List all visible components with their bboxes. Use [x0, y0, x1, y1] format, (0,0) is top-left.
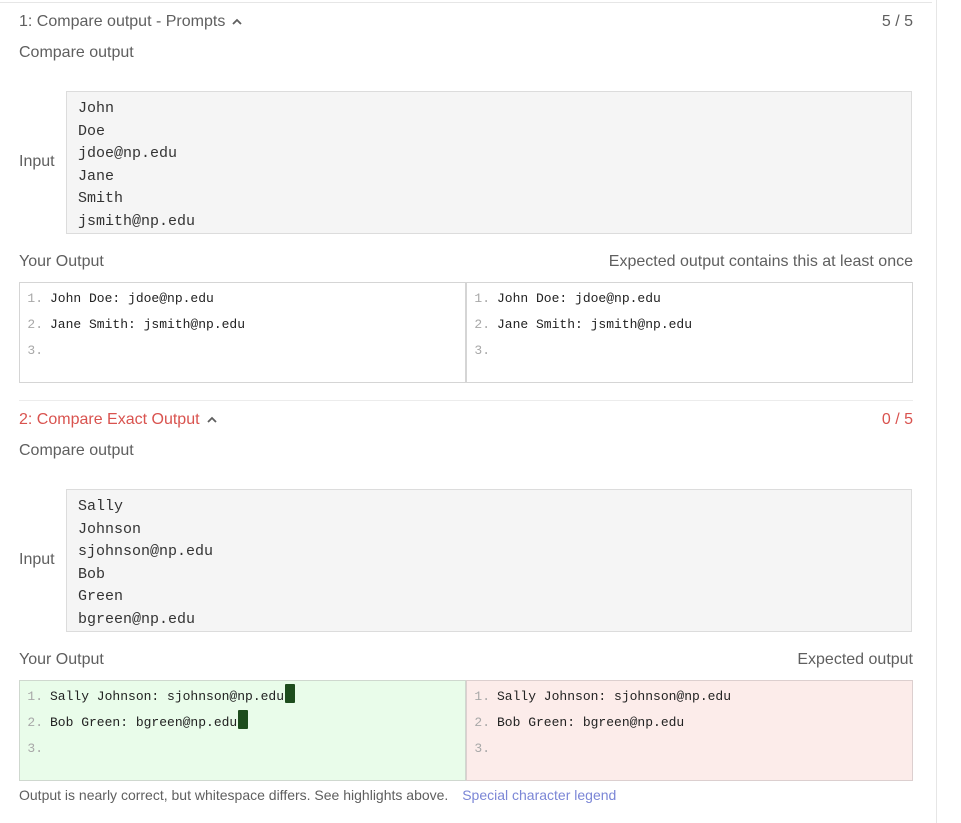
feedback-text: Output is nearly correct, but whitespace… [19, 787, 449, 803]
test-1-input-label: Input [19, 153, 55, 170]
test-1-expected-label: Expected output contains this at least o… [608, 253, 913, 270]
output-row: 2. Bob Green: bgreen@np.edu [20, 710, 465, 736]
test-1-your-output: 1. John Doe: jdoe@np.edu 2. Jane Smith: js… [19, 282, 466, 383]
test-2-your-output-label: Your Output [19, 651, 104, 668]
line-number: 1. [27, 689, 43, 704]
input-line: bgreen@np.edu [78, 610, 196, 628]
output-text: Sally Johnson: sjohnson@np.edu [50, 689, 285, 704]
output-text: Bob Green: bgreen@np.edu [50, 715, 238, 730]
special-character-legend-link[interactable]: Special character legend [462, 787, 616, 803]
test-2-input-label: Input [19, 551, 55, 568]
output-text: Sally Johnson: sjohnson@np.edu [497, 689, 732, 704]
line-number: 2. [27, 317, 43, 332]
output-text: Jane Smith: jsmith@np.edu [497, 317, 693, 332]
test-2-expected-label: Expected output [797, 651, 913, 668]
line-number: 3. [474, 343, 490, 358]
output-row: 2. Bob Green: bgreen@np.edu [467, 710, 912, 736]
output-row: 2. Jane Smith: jsmith@np.edu [20, 312, 465, 338]
output-row: 2. Jane Smith: jsmith@np.edu [467, 312, 912, 338]
output-row: 3. [467, 338, 912, 364]
output-row: 1. John Doe: jdoe@np.edu [467, 286, 912, 312]
top-divider [0, 2, 932, 3]
line-number: 3. [27, 343, 43, 358]
test-1-expected-output: 1. John Doe: jdoe@np.edu 2. Jane Smith: js… [466, 282, 913, 383]
test-2-title[interactable]: 2: Compare Exact Output [19, 411, 218, 429]
input-line: Jane [78, 167, 115, 185]
output-row: 3. [20, 736, 465, 762]
line-number: 1. [474, 291, 490, 306]
test-1-title-text: 1: Compare output - Prompts [19, 13, 226, 30]
output-row: 1. John Doe: jdoe@np.edu [20, 286, 465, 312]
output-text: John Doe: jdoe@np.edu [497, 291, 661, 306]
output-row: 3. [467, 736, 912, 762]
input-line: Smith [78, 190, 124, 207]
test-2-input-box: Sally Johnson sjohnson@np.edu Bob Green … [66, 489, 912, 632]
test-2-expected-output: 1. Sally Johnson: sjohnson@np.edu 2. Bob G… [466, 680, 913, 781]
test-1-score: 5 / 5 [881, 13, 913, 30]
test-divider [19, 400, 913, 401]
line-number: 2. [474, 715, 490, 730]
input-line: Bob [78, 565, 106, 583]
whitespace-highlight [285, 684, 296, 703]
line-number: 1. [27, 291, 43, 306]
scrollbar-track[interactable] [936, 0, 937, 823]
input-line: jsmith@np.edu [78, 212, 196, 230]
output-row: 1. Sally Johnson: sjohnson@np.edu [20, 684, 465, 710]
output-row: 3. [20, 338, 465, 364]
test-2-subtitle: Compare output [19, 442, 134, 459]
chevron-up-icon[interactable] [206, 414, 218, 426]
output-text: John Doe: jdoe@np.edu [50, 291, 214, 306]
test-1-header[interactable]: 1: Compare output - Prompts 5 / 5 [19, 11, 913, 33]
output-row: 1. Sally Johnson: sjohnson@np.edu [467, 684, 912, 710]
input-line: Sally [78, 498, 124, 515]
input-line: Johnson [78, 520, 142, 538]
whitespace-highlight [238, 710, 249, 729]
input-line: Doe [78, 122, 106, 140]
output-text: Bob Green: bgreen@np.edu [497, 715, 685, 730]
input-line: sjohnson@np.edu [78, 543, 214, 560]
line-number: 3. [474, 741, 490, 756]
test-1-subtitle: Compare output [19, 44, 134, 61]
test-2-feedback: Output is nearly correct, but whitespace… [19, 787, 616, 803]
test-2-score: 0 / 5 [881, 411, 913, 428]
input-line: John [78, 100, 115, 117]
test-2-title-text: 2: Compare Exact Output [19, 411, 200, 428]
test-2-your-output: 1. Sally Johnson: sjohnson@np.edu 2. Bob G… [19, 680, 466, 781]
test-1-input-box: John Doe jdoe@np.edu Jane Smith jsmith@n… [66, 91, 912, 234]
line-number: 2. [27, 715, 43, 730]
output-text: Jane Smith: jsmith@np.edu [50, 317, 246, 332]
chevron-up-icon[interactable] [231, 16, 243, 28]
test-1-title[interactable]: 1: Compare output - Prompts [19, 13, 243, 31]
line-number: 2. [474, 317, 490, 332]
line-number: 1. [474, 689, 490, 704]
test-2-header[interactable]: 2: Compare Exact Output 0 / 5 [19, 409, 913, 431]
input-line: jdoe@np.edu [78, 145, 178, 162]
test-1-your-output-label: Your Output [19, 253, 104, 270]
input-line: Green [78, 588, 124, 605]
line-number: 3. [27, 741, 43, 756]
